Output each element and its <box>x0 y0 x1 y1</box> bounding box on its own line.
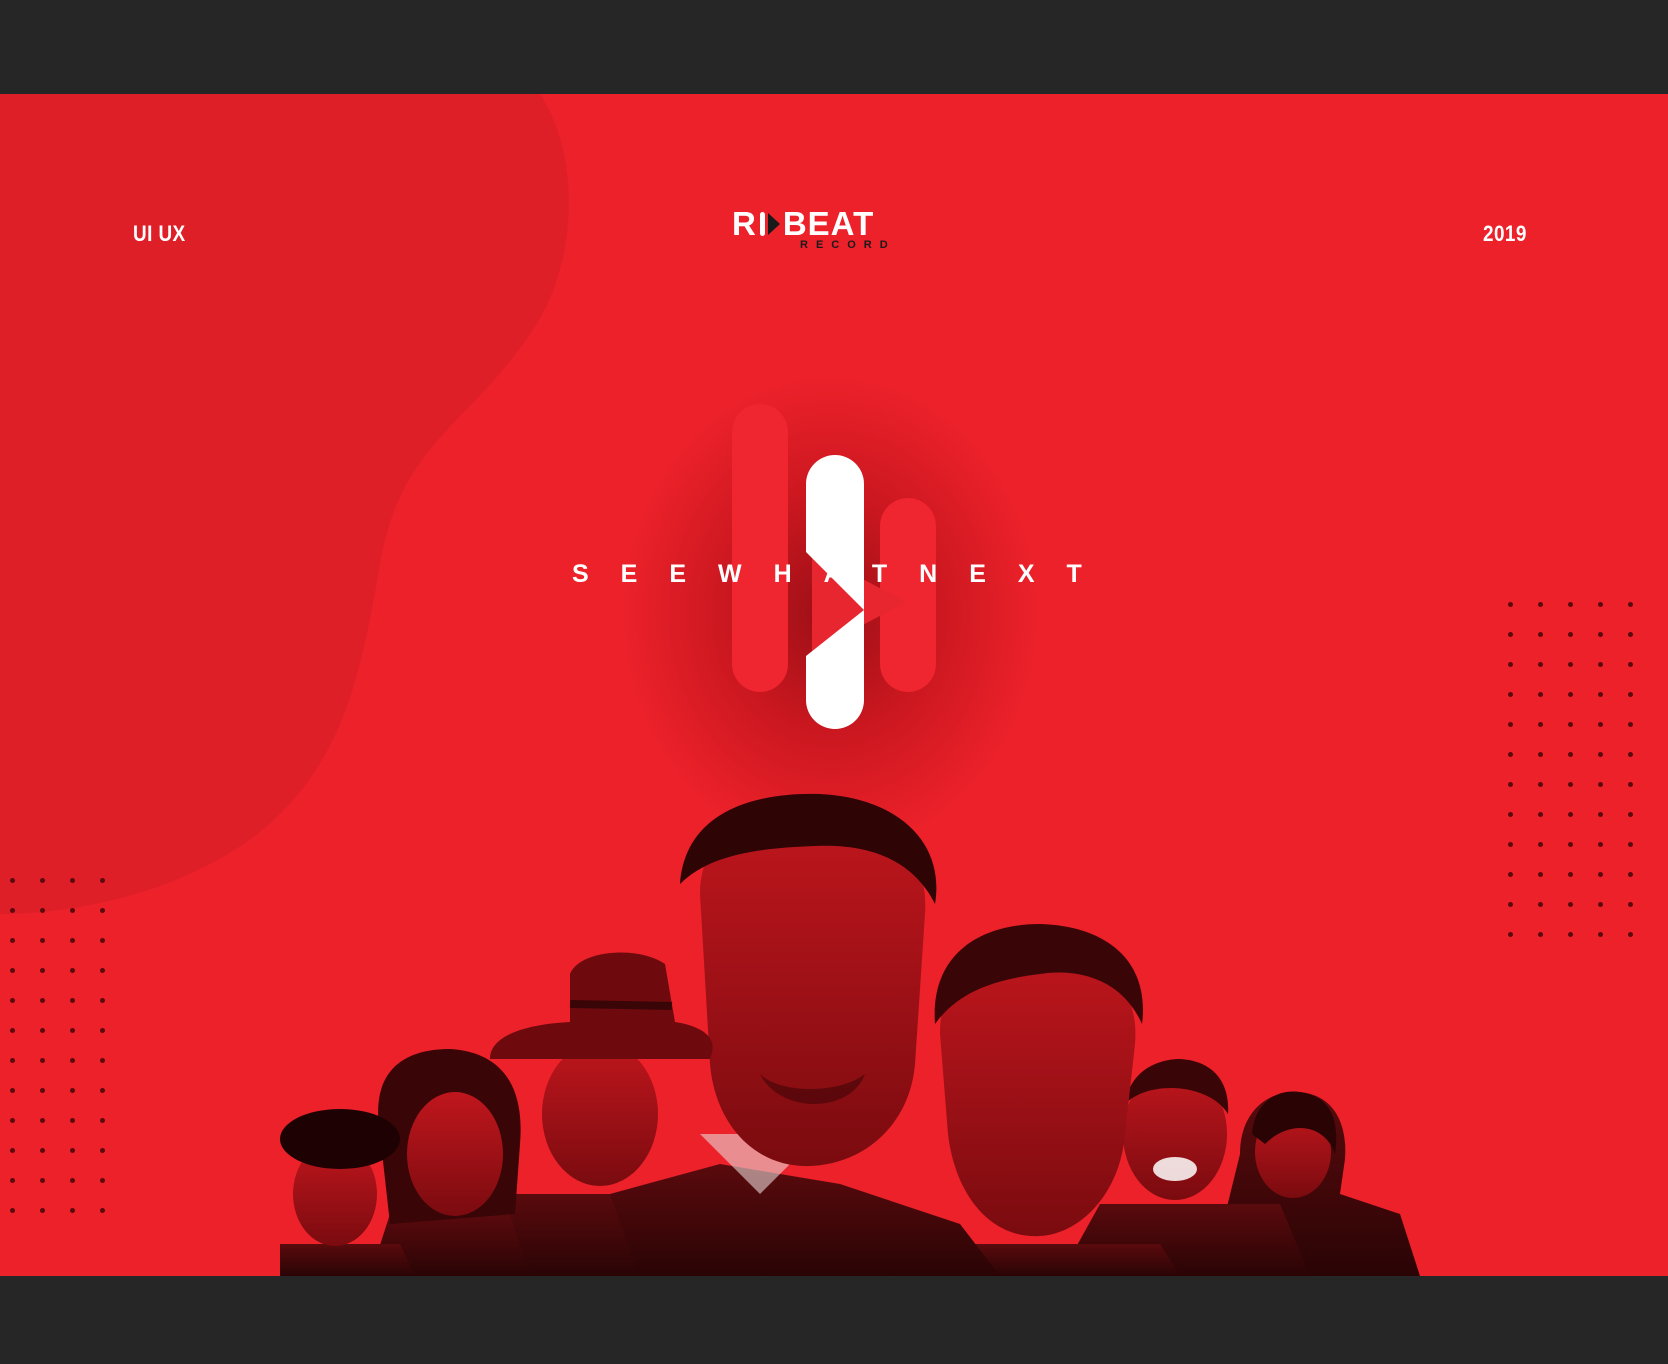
brand-logo[interactable]: R BEAT RECORD <box>732 206 937 256</box>
tagline-word-what: WHAT <box>718 560 920 588</box>
page-frame: UI UX 2019 R BEAT RECORD SEE WHAT NEXT <box>0 0 1668 1364</box>
actor-left-woman <box>370 1049 530 1276</box>
brand-word: BEAT <box>782 205 875 242</box>
tagline-word-next: NEXT <box>919 560 1114 588</box>
dot-grid-left <box>10 878 105 1213</box>
year-label: 2019 <box>1483 221 1527 246</box>
hero-section: UI UX 2019 R BEAT RECORD SEE WHAT NEXT <box>0 94 1668 1276</box>
tagline-word-see: SEE <box>572 560 719 588</box>
brand-letter-r: R <box>732 205 757 242</box>
dot-grid-right <box>1508 602 1633 937</box>
actors-collage-image <box>280 793 1420 1276</box>
ui-ux-label: UI UX <box>133 221 186 246</box>
brand-wordmark: R BEAT <box>732 206 874 242</box>
tagline: SEE WHAT NEXT <box>572 560 1106 589</box>
brand-subtitle: RECORD <box>800 239 896 251</box>
play-icon <box>759 212 780 236</box>
